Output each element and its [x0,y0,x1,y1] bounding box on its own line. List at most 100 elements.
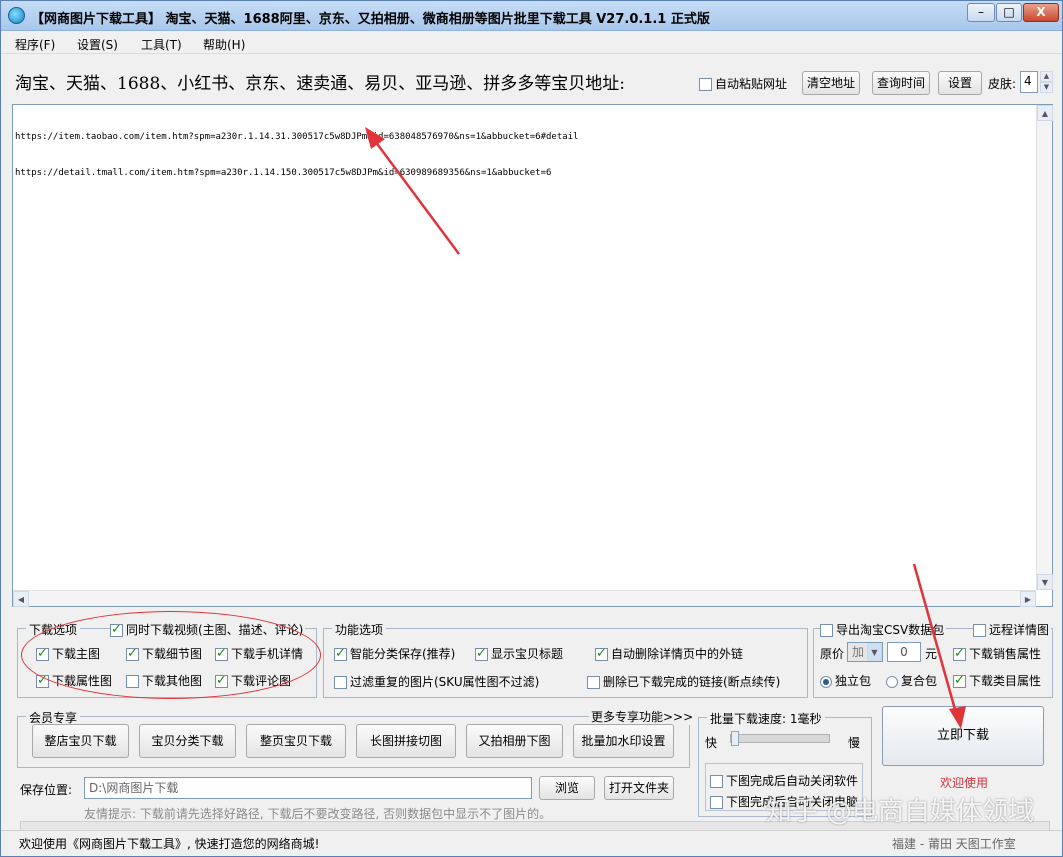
download-main-label: 下载主图 [52,647,101,661]
query-time-button[interactable]: 查询时间 [872,71,930,95]
filter-duplicate-checkbox[interactable]: 过滤重复的图片(SKU属性图不过滤) [334,673,539,690]
price-label: 原价 [820,647,845,661]
scroll-left-icon[interactable]: ◀ [13,591,29,607]
show-title-label: 显示宝贝标题 [491,647,564,661]
download-options-title: 下载选项 [26,621,81,638]
check-icon [820,624,833,637]
open-folder-button[interactable]: 打开文件夹 [604,776,674,800]
speed-slider-track[interactable] [730,731,830,746]
download-attr-label: 下载属性图 [52,674,113,688]
auto-paste-checkbox[interactable]: 自动粘贴网址 [699,75,787,92]
menu-tools[interactable]: 工具(T) [141,36,182,53]
browse-button[interactable]: 浏览 [539,776,595,800]
maximize-button[interactable]: □ [996,3,1022,22]
long-image-button[interactable]: 长图拼接切图 [356,724,456,758]
download-mobile-checkbox[interactable]: 下载手机详情 [215,645,303,662]
status-left: 欢迎使用《网商图片下载工具》, 快速打造您的网络商城! [19,837,320,851]
check-icon [126,675,139,688]
watermark-settings-button[interactable]: 批量加水印设置 [573,724,674,758]
show-title-checkbox[interactable]: 显示宝贝标题 [475,645,563,662]
url-section-title: 淘宝、天猫、1688、小红书、京东、速卖通、易贝、亚马逊、拼多多等宝贝地址: [15,74,625,94]
menu-program[interactable]: 程序(F) [15,36,55,53]
smart-save-label: 智能分类保存(推荐) [350,647,456,661]
sales-attr-label: 下载销售属性 [969,647,1042,661]
speed-fast-label: 快 [705,736,718,750]
download-review-label: 下载评论图 [231,674,292,688]
download-other-checkbox[interactable]: 下载其他图 [126,672,202,689]
url-textarea[interactable]: https://item.taobao.com/item.htm?spm=a23… [12,104,1053,607]
single-package-label: 独立包 [835,674,872,688]
title-bar: 【网商图片下载工具】 淘宝、天猫、1688阿里、京东、又拍相册、微商相册等图片批… [1,1,1062,31]
speed-slider-thumb[interactable] [731,731,739,746]
category-attr-checkbox[interactable]: 下载类目属性 [953,672,1041,689]
download-main-checkbox[interactable]: 下载主图 [36,645,100,662]
check-icon [587,676,600,689]
skin-label: 皮肤: [988,77,1017,91]
skin-input[interactable]: 4 [1020,71,1038,93]
vertical-scrollbar[interactable]: ▲ ▼ [1036,105,1053,590]
price-unit: 元 [925,647,938,661]
youpai-download-button[interactable]: 又拍相册下图 [466,724,563,758]
speed-slow-label: 慢 [848,736,861,750]
check-icon [334,646,347,661]
download-review-checkbox[interactable]: 下载评论图 [215,672,291,689]
watermark-text: 知乎 @电商自媒体领域 [765,797,1034,827]
horizontal-scrollbar[interactable]: ◀ ▶ [13,590,1036,607]
remote-detail-checkbox[interactable]: 远程详情图 [973,621,1052,638]
download-now-button[interactable]: 立即下载 [882,706,1044,766]
status-bar: 欢迎使用《网商图片下载工具》, 快速打造您的网络商城! 福建 - 莆田 天图工作… [1,830,1062,856]
download-mobile-label: 下载手机详情 [231,647,304,661]
check-icon [215,646,228,661]
tip-text: 友情提示: 下载前请先选择好路径, 下载后不要改变路径, 否则数据包中显示不了图… [84,807,552,821]
check-icon [973,624,986,637]
delete-done-checkbox[interactable]: 删除已下载完成的链接(断点续传) [587,673,780,690]
auto-close-app-checkbox[interactable]: 下图完成后自动关闭软件 [710,772,858,789]
page-download-button[interactable]: 整页宝贝下载 [246,724,346,758]
download-detail-checkbox[interactable]: 下载细节图 [126,645,202,662]
smart-save-checkbox[interactable]: 智能分类保存(推荐) [334,645,455,662]
delete-done-label: 删除已下载完成的链接(断点续传) [603,675,781,689]
menu-help[interactable]: 帮助(H) [203,36,245,53]
minimize-button[interactable]: – [967,3,995,22]
combo-package-radio[interactable]: 复合包 [886,672,937,689]
close-button[interactable]: X [1023,3,1059,22]
download-attr-checkbox[interactable]: 下载属性图 [36,672,112,689]
single-package-radio[interactable]: 独立包 [820,672,871,689]
remove-links-checkbox[interactable]: 自动删除详情页中的外链 [595,645,743,662]
check-icon [36,646,49,661]
remove-links-label: 自动删除详情页中的外链 [611,647,744,661]
auto-close-app-label: 下图完成后自动关闭软件 [726,774,859,788]
check-icon [595,646,608,661]
check-icon [710,775,723,788]
more-features-link[interactable]: 更多专享功能>>> [589,708,696,725]
shop-download-button[interactable]: 整店宝贝下载 [32,724,129,758]
function-options-title: 功能选项 [332,621,387,638]
menu-bar: 程序(F) 设置(S) 工具(T) 帮助(H) [1,32,1062,54]
url-line: https://item.taobao.com/item.htm?spm=a23… [15,132,579,142]
price-input[interactable]: 0 [887,642,921,662]
download-video-checkbox[interactable]: 同时下载视频(主图、描述、评论) [110,621,306,638]
scroll-up-icon[interactable]: ▲ [1037,105,1053,121]
price-op-value: 加 [852,645,865,659]
window-title: 【网商图片下载工具】 淘宝、天猫、1688阿里、京东、又拍相册、微商相册等图片批… [31,12,710,27]
skin-down-icon[interactable]: ▼ [1040,82,1053,93]
category-download-button[interactable]: 宝贝分类下载 [139,724,236,758]
url-line: https://detail.tmall.com/item.htm?spm=a2… [15,168,552,178]
app-logo-icon [8,7,25,24]
chevron-down-icon[interactable]: ▼ [867,643,882,661]
export-csv-checkbox[interactable]: 导出淘宝CSV数据包 [820,621,947,638]
check-icon [36,673,49,688]
skin-up-icon[interactable]: ▲ [1040,71,1053,82]
menu-settings[interactable]: 设置(S) [77,36,118,53]
scroll-right-icon[interactable]: ▶ [1020,591,1036,607]
combo-package-label: 复合包 [901,674,938,688]
check-icon [110,622,123,637]
check-icon [215,673,228,688]
save-location-label: 保存位置: [20,783,73,797]
settings-button[interactable]: 设置 [938,71,982,95]
check-icon [126,646,139,661]
sales-attr-checkbox[interactable]: 下载销售属性 [953,645,1041,662]
clear-address-button[interactable]: 清空地址 [802,71,860,95]
scroll-down-icon[interactable]: ▼ [1037,574,1053,590]
save-path-input[interactable]: D:\网商图片下载 [84,777,532,799]
